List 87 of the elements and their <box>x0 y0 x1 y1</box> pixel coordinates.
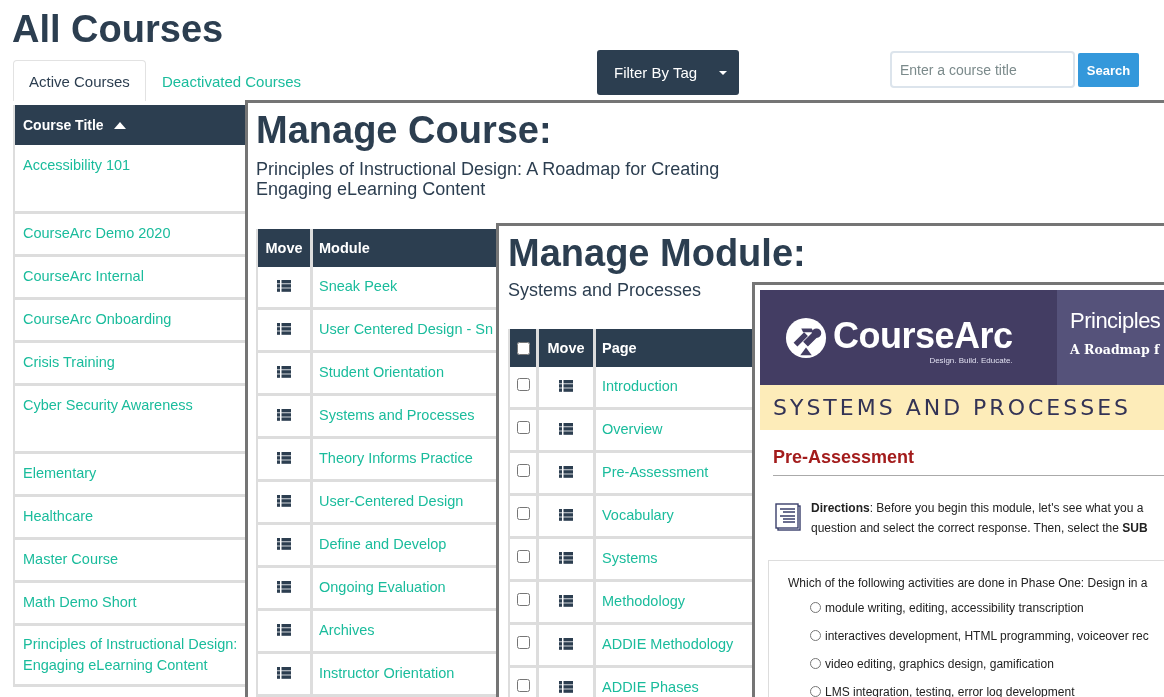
course-link[interactable]: Principles of Instructional Design: Engaging eLearning Content <box>23 634 245 676</box>
document-list-icon <box>775 503 801 531</box>
checkbox[interactable] <box>516 636 530 649</box>
page-title: All Courses <box>12 8 225 50</box>
drag-handle-icon[interactable] <box>559 552 573 564</box>
module-link[interactable]: Student Orientation <box>319 364 444 380</box>
search-button[interactable]: Search <box>1078 53 1139 87</box>
page-link[interactable]: Overview <box>602 421 663 437</box>
page-link[interactable]: Vocabulary <box>602 507 674 523</box>
module-name: Systems and Processes <box>508 280 703 300</box>
checkbox[interactable] <box>516 378 530 391</box>
page-link[interactable]: Methodology <box>602 593 686 609</box>
drag-handle-icon[interactable] <box>277 452 291 464</box>
drag-handle-icon[interactable] <box>559 509 573 521</box>
course-link[interactable]: Cyber Security Awareness <box>23 395 245 416</box>
column-header: Move <box>539 329 596 367</box>
module-link[interactable]: Instructor Orientation <box>319 665 455 681</box>
logo-wordmark: CourseArc <box>833 318 1013 354</box>
course-link[interactable]: Elementary <box>23 463 245 484</box>
checkbox[interactable] <box>516 464 530 477</box>
checkbox[interactable] <box>516 507 530 520</box>
drag-handle-icon[interactable] <box>277 323 291 335</box>
drag-handle-icon[interactable] <box>277 280 291 292</box>
answer-option[interactable]: module writing, editing, accessibility transcription <box>825 600 1084 615</box>
course-link[interactable]: CourseArc Demo 2020 <box>23 223 245 244</box>
radio-button[interactable] <box>810 658 821 669</box>
drag-handle-icon[interactable] <box>559 595 573 607</box>
course-link[interactable]: Math Demo Short <box>23 592 245 613</box>
radio-button[interactable] <box>810 630 821 641</box>
drag-handle-icon[interactable] <box>559 380 573 392</box>
radio-button[interactable] <box>810 686 821 697</box>
banner-subtitle: A Roadmap f <box>1070 342 1161 357</box>
drag-handle-icon[interactable] <box>277 495 291 507</box>
tools-logo-icon <box>785 316 827 359</box>
page-link[interactable]: Introduction <box>602 378 678 394</box>
course-link[interactable]: CourseArc Internal <box>23 266 245 287</box>
section-heading: Pre-Assessment <box>773 447 1164 476</box>
panel-title: Manage Course: <box>256 108 553 152</box>
page-link[interactable]: Pre-Assessment <box>602 464 709 480</box>
module-link[interactable]: Archives <box>319 622 375 638</box>
course-link[interactable]: Crisis Training <box>23 352 245 373</box>
filter-dropdown-button[interactable]: Filter By Tag <box>597 50 739 95</box>
drag-handle-icon[interactable] <box>559 681 573 693</box>
module-link[interactable]: Systems and Processes <box>319 407 475 423</box>
drag-handle-icon[interactable] <box>277 409 291 421</box>
section-title: SYSTEMS AND PROCESSES <box>773 395 1131 420</box>
banner-title: Principles <box>1070 308 1162 334</box>
tab[interactable]: Deactivated Courses <box>145 60 318 101</box>
course-link[interactable]: Accessibility 101 <box>23 155 245 176</box>
module-link[interactable]: User-Centered Design <box>319 493 464 509</box>
tab[interactable]: Active Courses <box>13 60 146 101</box>
module-link[interactable]: User Centered Design - Sn <box>319 321 494 337</box>
checkbox[interactable] <box>516 679 530 692</box>
module-link[interactable]: Theory Informs Practice <box>319 450 473 466</box>
directions-text: Directions: Before you begin this module, let's see what you a question and select the correct response. Then, select the SUB <box>811 500 1148 537</box>
caret-icon <box>719 70 727 75</box>
drag-handle-icon[interactable] <box>277 624 291 636</box>
course-link[interactable]: Healthcare <box>23 506 245 527</box>
column-header: Move <box>258 229 313 267</box>
checkbox[interactable] <box>516 421 530 434</box>
checkbox[interactable] <box>516 550 530 563</box>
module-link[interactable]: Define and Develop <box>319 536 447 552</box>
module-link[interactable]: Sneak Peek <box>319 278 398 294</box>
drag-handle-icon[interactable] <box>277 538 291 550</box>
question-text: Which of the following activities are done in Phase One: Design in a <box>788 575 1149 591</box>
course-name: Principles of Instructional Design: A Roadmap for Creating Engaging eLearning Content <box>256 159 721 199</box>
sort-icon[interactable] <box>113 121 126 129</box>
search-field[interactable]: Enter a course title <box>890 51 1075 88</box>
drag-handle-icon[interactable] <box>277 581 291 593</box>
checkbox[interactable] <box>516 341 530 355</box>
page-link[interactable]: Systems <box>602 550 658 566</box>
drag-handle-icon[interactable] <box>277 667 291 679</box>
radio-button[interactable] <box>810 602 821 613</box>
drag-handle-icon[interactable] <box>559 423 573 435</box>
checkbox[interactable] <box>516 593 530 606</box>
course-link[interactable]: Master Course <box>23 549 245 570</box>
drag-handle-icon[interactable] <box>277 366 291 378</box>
answer-option[interactable]: interactives development, HTML programming, voiceover rec <box>825 628 1149 643</box>
module-link[interactable]: Ongoing Evaluation <box>319 579 446 595</box>
page-link[interactable]: ADDIE Methodology <box>602 636 734 652</box>
drag-handle-icon[interactable] <box>559 466 573 478</box>
answer-option[interactable]: video editing, graphics design, gamification <box>825 656 1054 671</box>
course-link[interactable]: CourseArc Onboarding <box>23 309 245 330</box>
drag-handle-icon[interactable] <box>559 638 573 650</box>
column-header[interactable]: Course Title <box>23 117 104 133</box>
logo-tagline: Design. Build. Educate. <box>929 356 1013 365</box>
page-link[interactable]: ADDIE Phases <box>602 679 699 695</box>
